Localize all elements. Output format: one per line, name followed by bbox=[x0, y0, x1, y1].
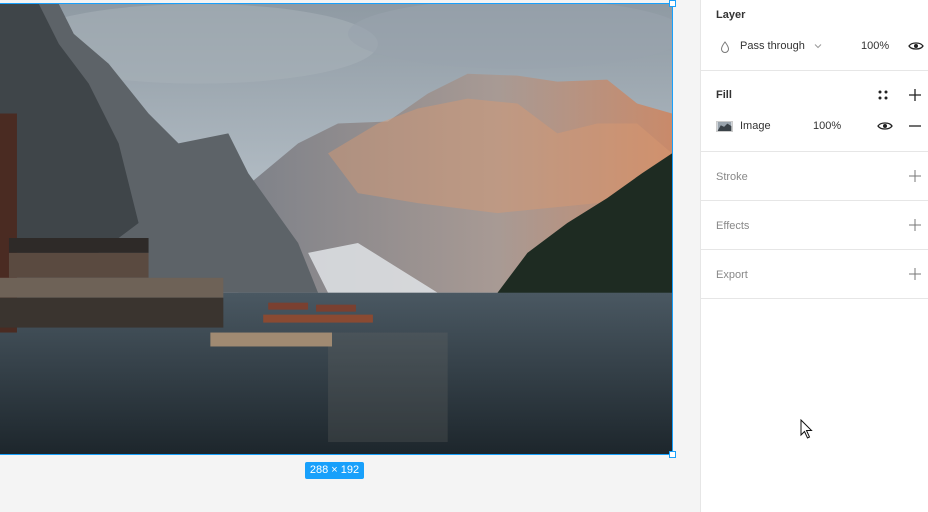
effects-section: Effects bbox=[701, 201, 928, 250]
styles-grid-icon[interactable] bbox=[878, 90, 888, 100]
lake-mountain-image bbox=[0, 4, 672, 454]
add-export-plus-icon[interactable] bbox=[909, 268, 921, 280]
layer-title: Layer bbox=[716, 9, 746, 21]
eye-icon[interactable] bbox=[877, 121, 893, 131]
export-section: Export bbox=[701, 250, 928, 299]
blend-mode-dropdown[interactable]: Pass through bbox=[740, 40, 805, 52]
canvas[interactable]: 288 × 192 bbox=[0, 0, 700, 512]
stroke-section: Stroke bbox=[701, 152, 928, 201]
image-swatch-icon[interactable] bbox=[716, 121, 733, 132]
layer-section: Layer Pass through 100% bbox=[701, 0, 928, 71]
layer-opacity-input[interactable]: 100% bbox=[861, 40, 889, 52]
remove-fill-minus-icon[interactable] bbox=[909, 125, 921, 127]
fill-section: Fill Image 100% bbox=[701, 71, 928, 152]
add-fill-plus-icon[interactable] bbox=[909, 89, 921, 101]
selected-image-frame[interactable] bbox=[0, 3, 673, 455]
properties-panel: Layer Pass through 100% Fill Image 100% … bbox=[700, 0, 928, 512]
stroke-title: Stroke bbox=[716, 171, 748, 183]
blend-drop-icon bbox=[720, 41, 730, 53]
fill-opacity-input[interactable]: 100% bbox=[813, 120, 841, 132]
add-stroke-plus-icon[interactable] bbox=[909, 170, 921, 182]
effects-title: Effects bbox=[716, 220, 750, 232]
mouse-cursor-icon bbox=[800, 419, 813, 439]
resize-handle-top-right[interactable] bbox=[669, 0, 676, 7]
dimension-badge: 288 × 192 bbox=[305, 462, 364, 479]
fill-type-label[interactable]: Image bbox=[740, 120, 771, 132]
eye-icon[interactable] bbox=[908, 41, 924, 51]
export-title: Export bbox=[716, 269, 748, 281]
fill-title: Fill bbox=[716, 89, 732, 101]
resize-handle-bottom-right[interactable] bbox=[669, 451, 676, 458]
add-effect-plus-icon[interactable] bbox=[909, 219, 921, 231]
chevron-down-icon[interactable] bbox=[814, 43, 822, 49]
